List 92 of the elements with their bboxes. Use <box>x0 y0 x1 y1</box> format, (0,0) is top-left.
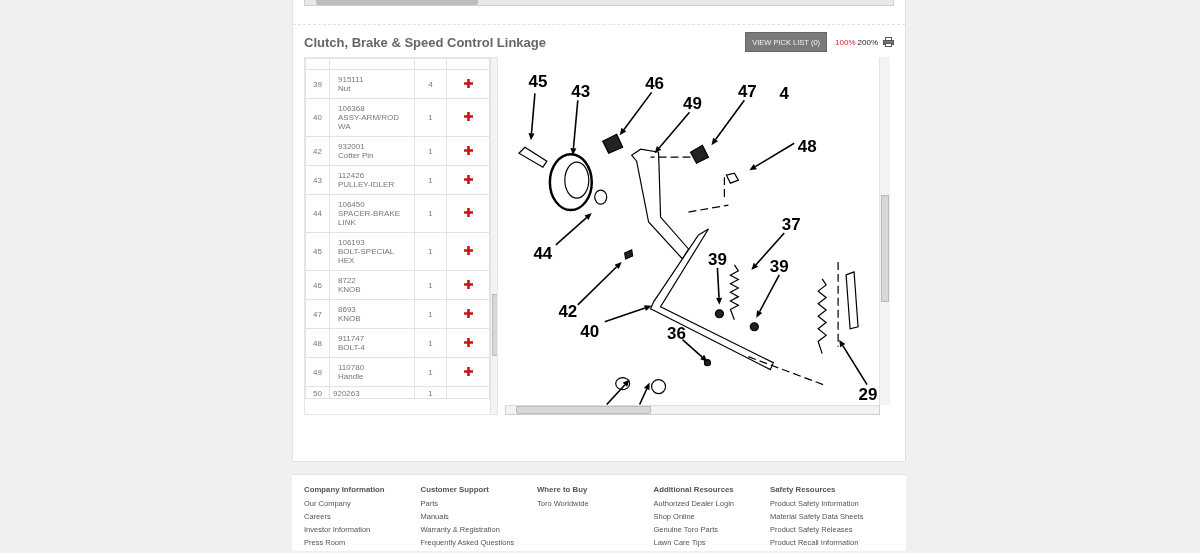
bolt-drawing <box>725 172 740 184</box>
scrollbar[interactable] <box>505 405 880 415</box>
leader-arrow <box>555 213 592 246</box>
reference-number: 42 <box>313 146 322 156</box>
pin-drawing <box>624 249 634 260</box>
leader-arrow <box>756 274 781 318</box>
washer-drawing <box>651 379 667 395</box>
reference-number: 48 <box>313 338 322 348</box>
quantity: 1 <box>428 146 433 156</box>
callout-number: 4 <box>779 84 789 104</box>
scrollbar[interactable] <box>879 57 890 405</box>
zoom-link[interactable]: 200% <box>857 37 878 47</box>
leader-arrow <box>605 379 630 405</box>
leader-arrow <box>654 111 691 154</box>
printer-icon[interactable] <box>883 37 894 47</box>
quantity: 1 <box>428 175 433 185</box>
callout-number: 36 <box>667 323 686 343</box>
add-icon[interactable] <box>463 78 473 88</box>
leader-arrow <box>528 92 536 141</box>
quantity: 1 <box>428 247 433 256</box>
add-icon[interactable] <box>463 145 473 155</box>
bolt-drawing <box>517 146 548 168</box>
part-description: 8722 KNOB <box>338 276 361 294</box>
callout-number: 29 <box>858 384 878 404</box>
reference-number: 46 <box>313 280 322 290</box>
callout-number: 39 <box>769 256 789 276</box>
knob-drawing <box>601 133 624 154</box>
quantity: 1 <box>428 280 433 290</box>
add-icon[interactable] <box>463 308 473 318</box>
leader-arrow <box>681 338 708 362</box>
leader-arrow <box>711 99 746 146</box>
callout-number: 48 <box>797 137 817 157</box>
part-description: 911747 BOLT-4 <box>338 334 365 352</box>
reference-number: 44 <box>313 209 322 218</box>
bracket-drawing <box>845 271 859 330</box>
spacer-drawing <box>594 189 608 205</box>
part-description: 106450 SPACER-BRAKE LINK <box>338 200 402 227</box>
nut-drawing <box>714 309 724 319</box>
callout-number: 42 <box>558 301 578 321</box>
add-icon[interactable] <box>463 279 473 289</box>
quantity: 1 <box>428 209 433 218</box>
callout-number: 39 <box>708 249 727 269</box>
part-description: 112426 PULLEY-IDLER <box>338 171 395 189</box>
leader-arrow <box>839 339 868 386</box>
add-icon[interactable] <box>463 366 473 376</box>
reference-number: 40 <box>313 113 322 122</box>
leader-arrow <box>619 91 653 136</box>
add-icon[interactable] <box>463 337 473 347</box>
part-description: 920263 <box>333 389 360 398</box>
add-icon[interactable] <box>463 246 473 255</box>
callout-number: 46 <box>645 74 664 94</box>
leader-arrow <box>570 99 579 156</box>
callout-number: 47 <box>737 82 757 102</box>
reference-number: 50 <box>313 389 322 398</box>
reference-number: 47 <box>313 309 322 319</box>
reference-number: 43 <box>313 175 322 185</box>
part-description: 110780 Handle <box>338 363 365 381</box>
callout-number: 40 <box>580 321 600 341</box>
reference-number: 45 <box>313 247 322 256</box>
add-icon[interactable] <box>463 208 473 217</box>
part-description: 106193 BOLT-SPECIAL HEX <box>338 238 396 265</box>
quantity: 1 <box>428 389 433 398</box>
callout-number: 45 <box>528 72 548 92</box>
leader-arrow <box>638 382 650 405</box>
pulley-drawing <box>548 152 593 212</box>
scrollbar[interactable] <box>304 0 894 6</box>
callout-number: 49 <box>683 94 702 114</box>
quantity: 4 <box>428 79 433 89</box>
zoom-link[interactable]: 100% <box>835 37 856 47</box>
reference-number: 39 <box>313 79 322 89</box>
quantity: 1 <box>428 113 433 122</box>
spring-drawing <box>729 264 740 321</box>
callout-number: 37 <box>781 215 801 234</box>
part-description: 8693 KNOB <box>338 305 361 323</box>
part-description: 106368 ASSY-ARM/ROD WA <box>338 104 401 131</box>
leader-arrow <box>751 232 786 270</box>
section-title: Clutch, Brake & Speed Control Linkage <box>304 34 547 50</box>
reference-number: 49 <box>313 367 322 377</box>
leader-arrow <box>716 267 723 305</box>
add-icon[interactable] <box>463 112 473 121</box>
add-icon[interactable] <box>463 174 473 184</box>
knob-drawing <box>689 144 710 164</box>
callout-number: 43 <box>571 82 591 102</box>
nut-drawing <box>703 359 712 367</box>
quantity: 1 <box>428 367 433 377</box>
callout-number: 44 <box>533 243 553 263</box>
part-description: 915111 Nut <box>338 75 364 93</box>
quantity: 1 <box>428 338 433 348</box>
nut-drawing <box>749 322 759 332</box>
part-description: 932001 Cotter Pin <box>338 142 374 160</box>
quantity: 1 <box>428 309 433 319</box>
leader-arrow <box>749 142 795 171</box>
